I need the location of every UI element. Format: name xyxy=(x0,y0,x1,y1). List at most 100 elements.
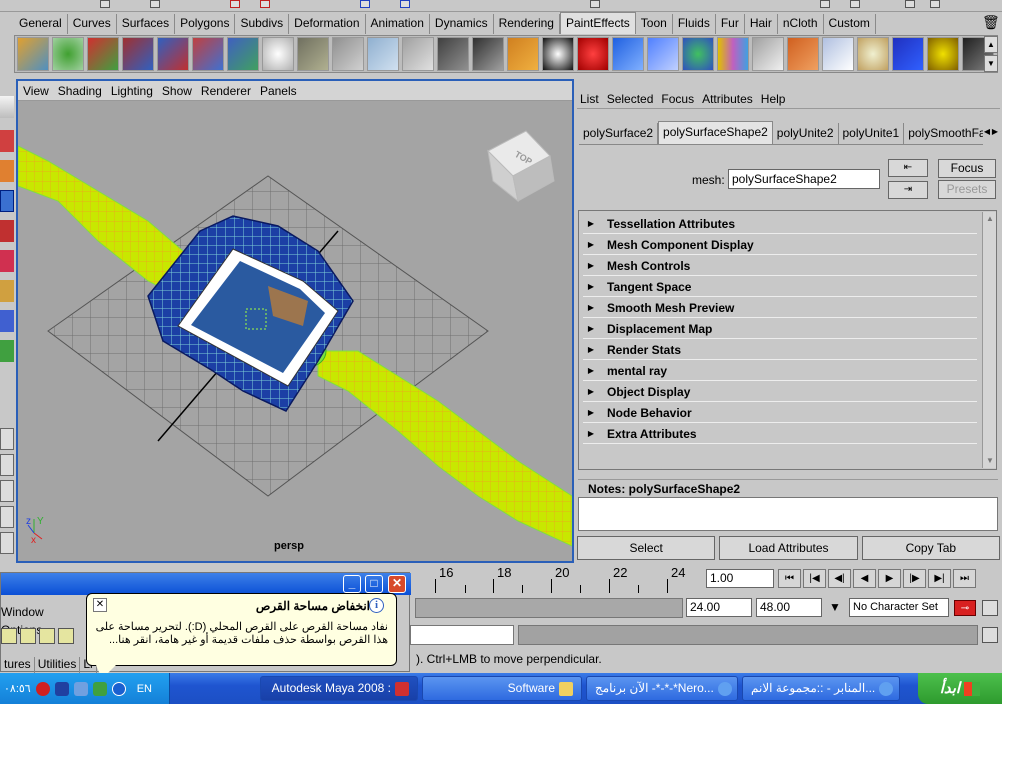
move-tool-icon[interactable] xyxy=(0,190,14,212)
shelf-tab-dynamics[interactable]: Dynamics xyxy=(430,14,494,34)
shelf-tab-fur[interactable]: Fur xyxy=(716,14,745,34)
antivirus-icon[interactable] xyxy=(35,681,50,696)
menu-focus[interactable]: Focus xyxy=(661,92,694,106)
layout-icon[interactable] xyxy=(0,506,14,528)
brush-icon[interactable] xyxy=(857,37,889,71)
character-set-dropdown-icon[interactable]: ▼ xyxy=(825,600,845,616)
taskbar-button-nero[interactable]: الآن برنامج -*-*-*Nero... xyxy=(586,676,738,701)
brush-icon[interactable] xyxy=(927,37,959,71)
brush-icon[interactable] xyxy=(507,37,539,71)
status-icon[interactable] xyxy=(850,0,860,8)
manipulator-tool-icon[interactable] xyxy=(0,280,14,302)
section-tangent-space[interactable]: ▶ Tangent Space xyxy=(583,277,977,297)
status-icon[interactable] xyxy=(905,0,915,8)
status-icon[interactable] xyxy=(930,0,940,8)
brush-icon[interactable] xyxy=(787,37,819,71)
brush-icon[interactable] xyxy=(122,37,154,71)
section-smooth-mesh-preview[interactable]: ▶ Smooth Mesh Preview xyxy=(583,298,977,318)
menu-selected[interactable]: Selected xyxy=(607,92,654,106)
balloon-close-icon[interactable]: ✕ xyxy=(93,598,107,612)
ae-tab-polysurfaceshape2[interactable]: polySurfaceShape2 xyxy=(658,121,773,144)
menu-list[interactable]: List xyxy=(580,92,599,106)
range-end-field[interactable]: 48.00 xyxy=(756,598,822,617)
brush-icon[interactable] xyxy=(437,37,469,71)
menu-shading[interactable]: Shading xyxy=(58,84,102,98)
brush-icon[interactable] xyxy=(297,37,329,71)
star-icon[interactable] xyxy=(54,681,69,696)
shelf-scroll-up-icon[interactable]: ▲ xyxy=(984,36,998,53)
section-render-stats[interactable]: ▶ Render Stats xyxy=(583,340,977,360)
animation-prefs-icon[interactable] xyxy=(982,600,998,616)
layout-icon[interactable] xyxy=(0,454,14,476)
brush-icon[interactable] xyxy=(892,37,924,71)
brush-icon[interactable] xyxy=(52,37,84,71)
time-slider[interactable]: 16 18 20 22 24 xyxy=(405,565,703,593)
ae-tab-polysurface2[interactable]: polySurface2 xyxy=(579,123,659,144)
menu-view[interactable]: View xyxy=(23,84,49,98)
script-editor-icon[interactable] xyxy=(982,627,998,643)
shelf-scroll-down-icon[interactable]: ▼ xyxy=(984,55,998,72)
scroll-down-icon[interactable]: ▼ xyxy=(983,454,997,468)
menu-show[interactable]: Show xyxy=(162,84,192,98)
menu-renderer[interactable]: Renderer xyxy=(201,84,251,98)
step-forward-key-icon[interactable]: ▶| xyxy=(928,569,951,588)
brush-icon[interactable] xyxy=(682,37,714,71)
select-tool-icon[interactable] xyxy=(0,96,14,118)
section-object-display[interactable]: ▶ Object Display xyxy=(583,382,977,402)
layout-icon[interactable] xyxy=(0,532,14,554)
taskbar-button-maya[interactable]: Autodesk Maya 2008 : xyxy=(260,676,418,701)
go-to-start-icon[interactable]: ⏮ xyxy=(778,569,801,588)
section-mesh-controls[interactable]: ▶ Mesh Controls xyxy=(583,256,977,276)
mesh-name-field[interactable]: polySurfaceShape2 xyxy=(728,169,880,189)
brush-icon[interactable] xyxy=(17,37,49,71)
layout-icon[interactable] xyxy=(0,480,14,502)
clock[interactable]: ٠٨:٥٦ xyxy=(4,682,31,695)
brush-icon[interactable] xyxy=(332,37,364,71)
copy-tab-button[interactable]: Copy Tab xyxy=(861,536,1000,560)
character-set-field[interactable]: No Character Set xyxy=(849,598,949,617)
menu-window[interactable]: Window xyxy=(1,605,44,619)
shelf-tab-animation[interactable]: Animation xyxy=(366,14,430,34)
brush-icon[interactable] xyxy=(157,37,189,71)
tool-icon[interactable] xyxy=(58,628,74,644)
status-icon[interactable] xyxy=(260,0,270,8)
notes-textarea[interactable] xyxy=(578,497,998,531)
shelf-tab-hair[interactable]: Hair xyxy=(745,14,778,34)
shelf-tab-custom[interactable]: Custom xyxy=(824,14,876,34)
viewcube[interactable]: TOP xyxy=(487,130,555,203)
shelf-tab-curves[interactable]: Curves xyxy=(68,14,117,34)
brush-icon[interactable] xyxy=(647,37,679,71)
menu-lighting[interactable]: Lighting xyxy=(111,84,153,98)
range-start-field[interactable]: 24.00 xyxy=(686,598,752,617)
soft-mod-tool-icon[interactable] xyxy=(0,310,14,332)
start-button[interactable]: ابدأ xyxy=(918,673,1002,704)
brush-icon[interactable] xyxy=(717,37,749,71)
shelf-tab-subdivs[interactable]: Subdivs xyxy=(235,14,290,34)
shelf-tab-deformation[interactable]: Deformation xyxy=(289,14,366,34)
layout-icon[interactable] xyxy=(0,428,14,450)
go-to-end-icon[interactable]: ⏭ xyxy=(953,569,976,588)
brush-icon[interactable] xyxy=(472,37,504,71)
brush-icon[interactable] xyxy=(822,37,854,71)
minimize-icon[interactable]: _ xyxy=(343,575,361,593)
menu-panels[interactable]: Panels xyxy=(260,84,297,98)
taskbar-button-forum[interactable]: المنابر - ::مجموعة الانم... xyxy=(742,676,900,701)
select-button[interactable]: Select xyxy=(577,536,716,560)
auto-key-icon[interactable]: ⊸ xyxy=(954,600,976,616)
viewport-3d[interactable]: TOP z Y x xyxy=(18,101,572,561)
focus-button[interactable]: Focus xyxy=(938,159,996,178)
brush-icon[interactable] xyxy=(367,37,399,71)
trash-icon[interactable]: 🗑 xyxy=(982,14,1000,32)
status-icon[interactable] xyxy=(820,0,830,8)
tab-utilities[interactable]: Utilities xyxy=(35,657,81,673)
status-icon[interactable] xyxy=(590,0,600,8)
command-line-input[interactable] xyxy=(410,625,514,645)
step-forward-frame-icon[interactable]: |▶ xyxy=(903,569,926,588)
close-icon[interactable]: ✕ xyxy=(388,575,406,593)
tool-icon[interactable] xyxy=(20,628,36,644)
ae-tab-right-icon[interactable]: ▶ xyxy=(991,123,999,141)
lasso-tool-icon[interactable] xyxy=(0,130,14,152)
section-mesh-component-display[interactable]: ▶ Mesh Component Display xyxy=(583,235,977,255)
shelf-tab-rendering[interactable]: Rendering xyxy=(494,14,560,34)
status-icon[interactable] xyxy=(150,0,160,8)
